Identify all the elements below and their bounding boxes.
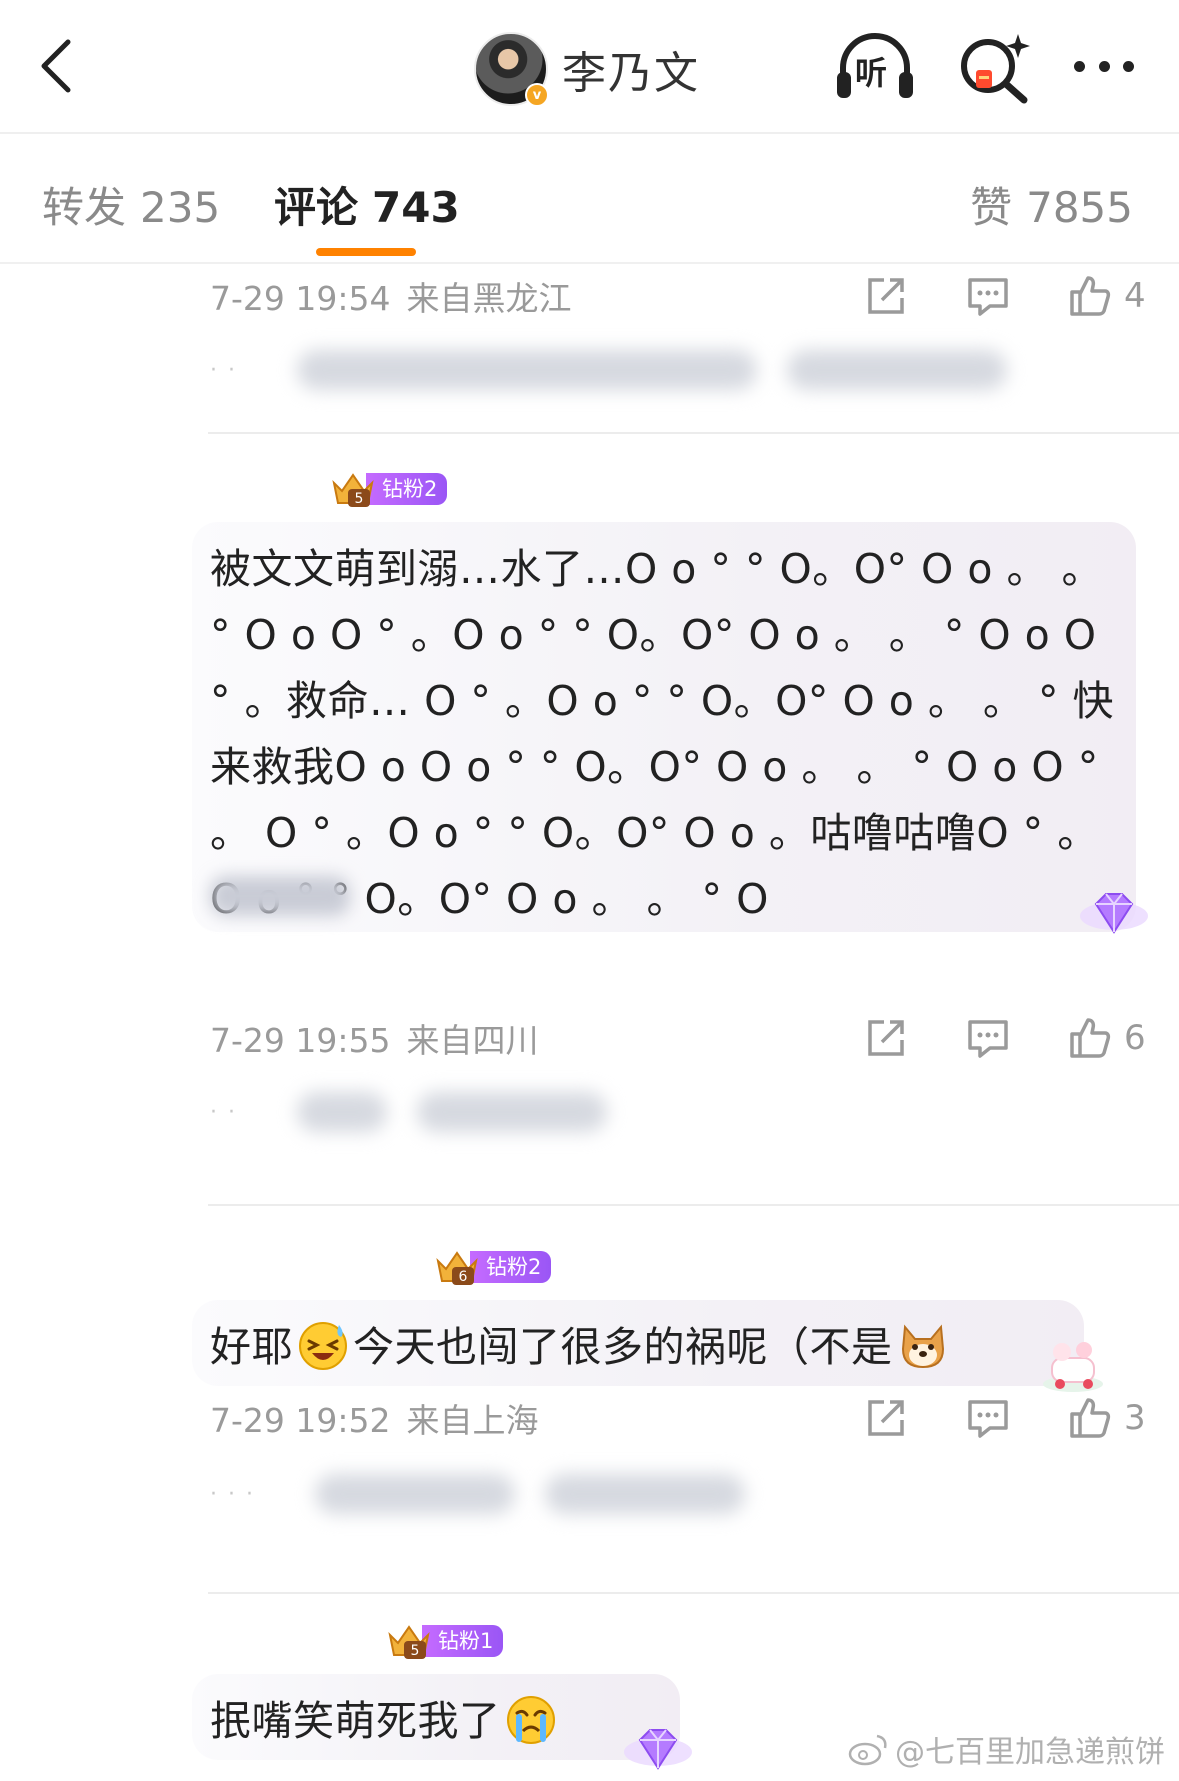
blurred-username	[210, 876, 350, 916]
svg-text:6: 6	[459, 1269, 468, 1285]
weibo-watermark: @七百里加急递煎饼	[847, 1727, 1165, 1771]
blurred-reply-preview: · · ·	[210, 1464, 775, 1524]
listen-label: 听	[855, 54, 888, 92]
fan-level-badge[interactable]: 5 钻粉2	[330, 470, 448, 508]
comment-text: 被文文萌到溺…水了…O o ° ° O。O° O o 。 。 ° O o O °…	[210, 545, 1114, 923]
tab-label: 转发	[42, 183, 127, 232]
listen-headphones-icon[interactable]: 听	[833, 30, 917, 102]
blurred-reply-preview: · ·	[210, 1082, 637, 1142]
reply-icon[interactable]	[966, 274, 1010, 318]
more-options-icon[interactable]	[1068, 48, 1140, 84]
tab-reposts[interactable]: 转发 235	[42, 174, 220, 235]
like-button[interactable]: 6	[1068, 1016, 1150, 1060]
fan-level-badge[interactable]: 5 钻粉1	[386, 1622, 504, 1660]
verified-badge-icon: v	[525, 83, 549, 107]
fan-badge-label: 钻粉2	[366, 473, 448, 505]
comment-text: 抿嘴笑萌死我了	[210, 1688, 662, 1754]
blurred-text	[314, 1474, 515, 1514]
thumbs-up-icon	[1070, 1018, 1111, 1058]
tab-likes[interactable]: 赞 7855	[970, 174, 1133, 235]
blurred-text	[416, 1092, 607, 1132]
divider	[208, 432, 1179, 434]
comment-bubble[interactable]: 被文文萌到溺…水了…O o ° ° O。O° O o 。 。 ° O o O °…	[192, 522, 1136, 932]
svg-text:5: 5	[355, 491, 364, 507]
like-count: 6	[1124, 1018, 1146, 1058]
tab-count: 235	[140, 183, 221, 232]
dot	[1098, 60, 1110, 72]
thumbs-up-icon	[1070, 1398, 1111, 1438]
svg-text:5: 5	[411, 1643, 420, 1659]
dot	[1123, 60, 1134, 72]
back-arrow-icon[interactable]	[34, 36, 78, 96]
comment-bubble[interactable]: 抿嘴笑萌死我了	[192, 1674, 680, 1760]
fan-badge-label: 钻粉1	[422, 1625, 504, 1657]
comment-timestamp: 7-29 19:55 来自四川	[210, 1021, 539, 1060]
reply-icon[interactable]	[966, 1396, 1010, 1440]
laughing-sweat-emoji-icon	[299, 1322, 347, 1370]
comment-bubble[interactable]: 好耶 今天也闯了很多的祸呢（不是	[192, 1300, 1084, 1386]
post-tabs: 转发 235 评论 743 赞 7855	[0, 136, 1179, 264]
like-button[interactable]: 4	[1068, 274, 1150, 318]
blurred-text	[786, 350, 1007, 390]
repost-icon[interactable]	[864, 1016, 908, 1060]
shiba-dog-emoji-icon	[901, 1324, 944, 1369]
repost-icon[interactable]	[864, 1396, 908, 1440]
comment-actions: 6	[864, 1010, 1150, 1066]
crown-icon: 5	[388, 1625, 430, 1659]
tab-label: 评论	[274, 183, 359, 232]
diamond-icon	[624, 1729, 692, 1770]
like-button[interactable]: 3	[1068, 1396, 1150, 1440]
comment-meta: 7-29 19:54 来自黑龙江 4	[210, 268, 1150, 324]
blurred-dots: · ·	[210, 1099, 237, 1125]
comment-actions: 4	[864, 268, 1150, 324]
tab-comments[interactable]: 评论 743	[274, 174, 460, 235]
fan-badge-label: 钻粉2	[470, 1251, 552, 1283]
comment-timestamp: 7-29 19:54 来自黑龙江	[210, 279, 572, 318]
blurred-dots: · · ·	[210, 1481, 255, 1507]
comment-actions: 3	[864, 1390, 1150, 1446]
crown-icon: 5	[332, 473, 374, 507]
divider	[208, 1592, 1179, 1594]
blurred-text	[296, 1092, 387, 1132]
cake-decoration-icon	[1043, 1342, 1103, 1392]
comment-text: 好耶 今天也闯了很多的祸呢（不是	[210, 1314, 1066, 1380]
blurred-reply-preview: · ·	[210, 340, 1037, 400]
watermark-text: @七百里加急递煎饼	[895, 1735, 1165, 1770]
diamond-icon	[1080, 893, 1148, 934]
active-tab-indicator	[316, 248, 416, 256]
crown-icon: 6	[436, 1251, 478, 1285]
divider	[208, 1204, 1179, 1206]
comment-list: 7-29 19:54 来自黑龙江 4 · · 5 钻粉2 被文文萌到溺…水了…O …	[0, 266, 1179, 1781]
search-sparkle-icon[interactable]	[956, 30, 1034, 104]
reply-icon[interactable]	[966, 1016, 1010, 1060]
fan-level-badge[interactable]: 6 钻粉2	[434, 1248, 552, 1286]
comment-meta: 7-29 19:52 来自上海 3	[210, 1390, 1150, 1446]
repost-icon[interactable]	[864, 274, 908, 318]
tab-label: 赞	[970, 183, 1013, 232]
author-name[interactable]: 李乃文	[562, 37, 700, 101]
author-profile[interactable]: v 李乃文	[474, 30, 700, 108]
tab-count: 743	[372, 183, 460, 232]
crying-emoji-icon	[506, 1696, 555, 1744]
blurred-text	[296, 350, 757, 390]
comment-meta: 7-29 19:55 来自四川 6	[210, 1010, 1150, 1066]
like-count: 4	[1124, 276, 1146, 316]
thumbs-up-icon	[1070, 276, 1111, 316]
like-count: 3	[1124, 1398, 1146, 1438]
weibo-logo-icon	[848, 1734, 887, 1766]
blurred-dots: · ·	[210, 357, 237, 383]
comment-timestamp: 7-29 19:52 来自上海	[210, 1401, 539, 1440]
top-nav-bar: v 李乃文 听	[0, 0, 1179, 134]
avatar[interactable]: v	[474, 32, 549, 107]
tab-count: 7855	[1026, 183, 1133, 232]
dot	[1074, 60, 1085, 72]
blurred-text	[544, 1474, 745, 1514]
